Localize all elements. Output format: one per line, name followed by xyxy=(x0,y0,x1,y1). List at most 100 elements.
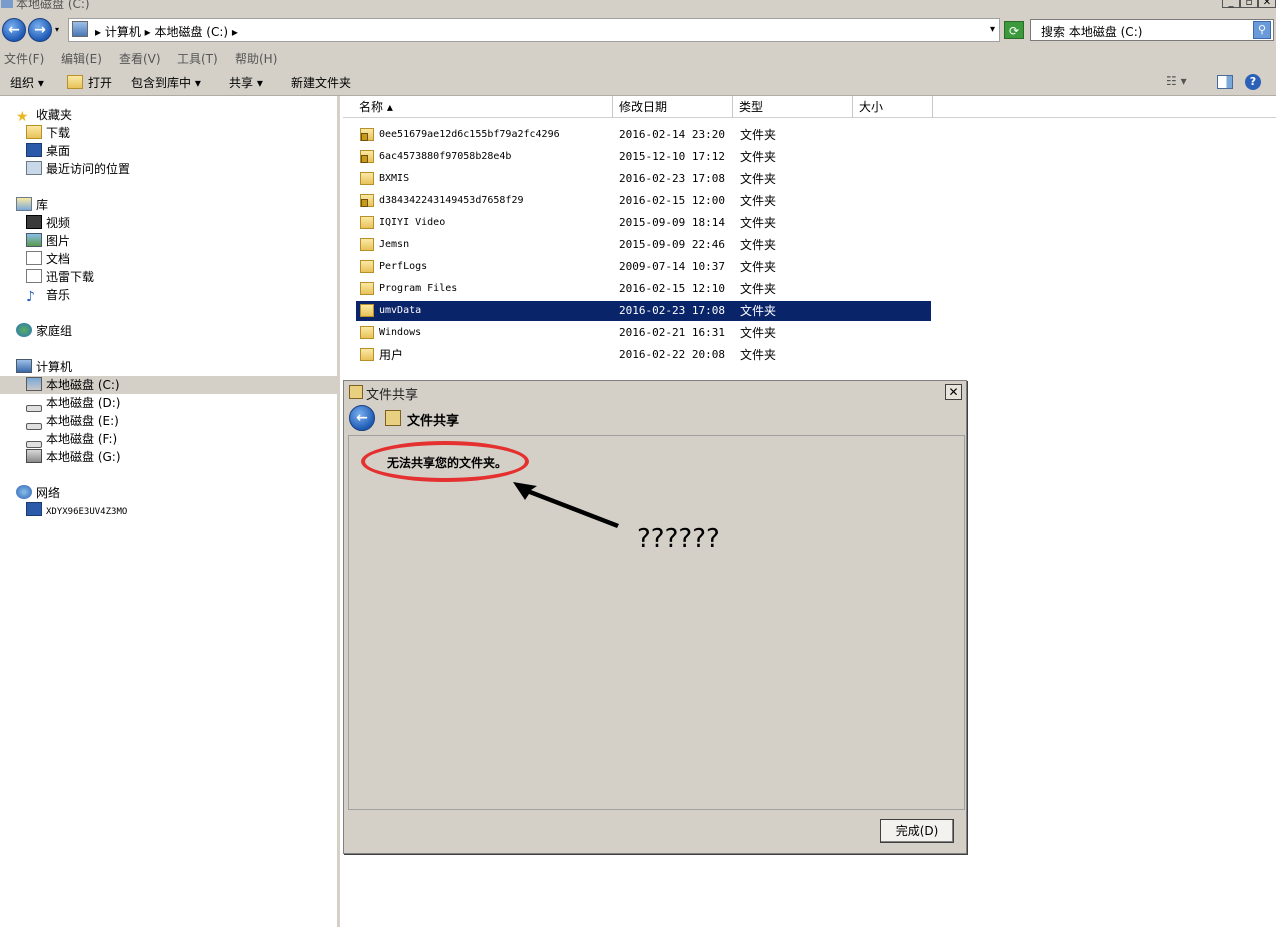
drive-icon xyxy=(26,423,42,430)
menu-help[interactable]: 帮助(H) xyxy=(235,50,277,67)
annotation-arrow xyxy=(513,482,619,528)
nav-drive-d[interactable]: 本地磁盘 (D:) xyxy=(26,394,120,412)
forward-button[interactable]: → xyxy=(28,18,52,42)
column-headers: 名称 ▴ 修改日期 类型 大小 xyxy=(343,96,1276,118)
mapped-drive-icon xyxy=(26,449,42,463)
nav-libraries[interactable]: 库 xyxy=(16,196,48,214)
annotation-text: ?????? xyxy=(637,524,720,554)
search-placeholder: 搜索 本地磁盘 (C:) xyxy=(1041,25,1143,39)
file-row[interactable]: PerfLogs 2009-07-14 10:37 文件夹 xyxy=(356,257,931,277)
nav-favorites[interactable]: ★ 收藏夹 xyxy=(16,106,72,124)
command-bar: 组织 ▾ 打开 包含到库中 ▾ 共享 ▾ 新建文件夹 ☷ ▾ ? xyxy=(0,68,1276,96)
file-date: 2016-02-23 17:08 xyxy=(619,304,725,317)
title-bar: 本地磁盘 (C:) _ ▫ ✕ xyxy=(0,0,1276,10)
nav-downloads[interactable]: 下载 xyxy=(26,124,70,142)
address-box[interactable]: ▸ 计算机 ▸ 本地磁盘 (C:) ▸ ▾ xyxy=(68,18,1000,42)
nav-drive-c[interactable]: 本地磁盘 (C:) xyxy=(26,376,120,394)
dialog-back-button[interactable]: ← xyxy=(349,405,375,431)
nav-computer[interactable]: 计算机 xyxy=(16,358,72,376)
file-date: 2015-12-10 17:12 xyxy=(619,150,725,163)
file-row[interactable]: IQIYI Video 2015-09-09 18:14 文件夹 xyxy=(356,213,931,233)
lock-icon xyxy=(361,155,368,163)
nav-thunder-label: 迅雷下载 xyxy=(46,270,95,284)
column-type[interactable]: 类型 xyxy=(733,96,853,118)
nav-desktop[interactable]: 桌面 xyxy=(26,142,70,160)
nav-documents-label: 文档 xyxy=(46,252,71,266)
computer-icon xyxy=(72,21,88,37)
menu-edit[interactable]: 编辑(E) xyxy=(61,50,102,67)
pictures-icon xyxy=(26,233,42,247)
search-icon[interactable]: ⚲ xyxy=(1253,21,1271,39)
file-row-selected[interactable]: umvData 2016-02-23 17:08 文件夹 xyxy=(356,301,931,321)
new-folder-button[interactable]: 新建文件夹 xyxy=(291,74,351,91)
file-row[interactable]: 用户 2016-02-22 20:08 文件夹 xyxy=(356,345,931,365)
nav-network-label: 网络 xyxy=(36,486,61,500)
folder-icon xyxy=(360,194,374,207)
file-name: umvData xyxy=(379,305,422,316)
file-row[interactable]: Jemsn 2015-09-09 22:46 文件夹 xyxy=(356,235,931,255)
file-row[interactable]: Windows 2016-02-21 16:31 文件夹 xyxy=(356,323,931,343)
maximize-button[interactable]: ▫ xyxy=(1240,0,1258,8)
drive-icon xyxy=(26,405,42,412)
column-modified[interactable]: 修改日期 xyxy=(613,96,733,118)
file-row[interactable]: 0ee51679ae12d6c155bf79a2fc4296 2016-02-14… xyxy=(356,125,931,145)
nav-videos-label: 视频 xyxy=(46,216,71,230)
nav-pictures[interactable]: 图片 xyxy=(26,232,70,250)
file-row[interactable]: Program Files 2016-02-15 12:10 文件夹 xyxy=(356,279,931,299)
close-button[interactable]: ✕ xyxy=(1258,0,1276,8)
done-button[interactable]: 完成(D) xyxy=(880,819,954,843)
file-row[interactable]: d384342243149453d7658f29 2016-02-15 12:00… xyxy=(356,191,931,211)
menu-tools[interactable]: 工具(T) xyxy=(177,50,218,67)
nav-thunder[interactable]: 迅雷下载 xyxy=(26,268,94,286)
nav-documents[interactable]: 文档 xyxy=(26,250,70,268)
share-button[interactable]: 共享 ▾ xyxy=(229,74,263,91)
file-type: 文件夹 xyxy=(740,282,777,296)
nav-music[interactable]: ♪ 音乐 xyxy=(26,286,70,304)
view-options-icon[interactable]: ☷ ▾ xyxy=(1166,74,1187,88)
file-row[interactable]: BXMIS 2016-02-23 17:08 文件夹 xyxy=(356,169,931,189)
menu-file[interactable]: 文件(F) xyxy=(4,50,44,67)
search-input[interactable]: 搜索 本地磁盘 (C:) ⚲ xyxy=(1030,19,1274,41)
file-type: 文件夹 xyxy=(740,260,777,274)
file-date: 2016-02-15 12:00 xyxy=(619,194,725,207)
organize-button[interactable]: 组织 ▾ xyxy=(10,74,44,91)
nav-desktop-label: 桌面 xyxy=(46,144,71,158)
preview-pane-icon[interactable] xyxy=(1217,75,1233,89)
file-type: 文件夹 xyxy=(740,304,777,318)
open-button[interactable]: 打开 xyxy=(88,74,112,91)
dialog-header: 文件共享 xyxy=(407,414,460,429)
library-icon xyxy=(16,197,32,211)
file-name: IQIYI Video xyxy=(379,217,446,228)
minimize-button[interactable]: _ xyxy=(1222,0,1240,8)
address-dropdown-icon[interactable]: ▾ xyxy=(990,24,995,35)
nav-network-pc[interactable]: XDYX96E3UV4Z3MO xyxy=(26,502,127,520)
nav-videos[interactable]: 视频 xyxy=(26,214,70,232)
nav-network[interactable]: 网络 xyxy=(16,484,60,502)
arrow-shape xyxy=(513,482,619,528)
folder-icon xyxy=(360,326,374,339)
refresh-icon[interactable]: ⟳ xyxy=(1004,21,1024,39)
file-name: Windows xyxy=(379,327,422,338)
folder-icon xyxy=(360,260,374,273)
help-icon[interactable]: ? xyxy=(1245,74,1261,90)
drive-icon xyxy=(1,0,13,8)
history-dropdown-icon[interactable]: ▾ xyxy=(55,25,59,34)
homegroup-icon xyxy=(16,323,32,337)
nav-drive-e[interactable]: 本地磁盘 (E:) xyxy=(26,412,119,430)
file-date: 2015-09-09 18:14 xyxy=(619,216,725,229)
file-row[interactable]: 6ac4573880f97058b28e4b 2015-12-10 17:12 文件… xyxy=(356,147,931,167)
menu-view[interactable]: 查看(V) xyxy=(119,50,161,67)
column-size[interactable]: 大小 xyxy=(853,96,933,118)
nav-recent[interactable]: 最近访问的位置 xyxy=(26,160,130,178)
file-name: BXMIS xyxy=(379,173,410,184)
include-library-button[interactable]: 包含到库中 ▾ xyxy=(131,74,201,91)
column-name[interactable]: 名称 ▴ xyxy=(353,96,613,118)
nav-drive-f[interactable]: 本地磁盘 (F:) xyxy=(26,430,117,448)
nav-homegroup[interactable]: 家庭组 xyxy=(16,322,72,340)
nav-drive-g[interactable]: 本地磁盘 (G:) xyxy=(26,448,121,466)
back-button[interactable]: ← xyxy=(2,18,26,42)
dialog-close-icon[interactable]: ✕ xyxy=(945,384,962,400)
error-message: 无法共享您的文件夹。 xyxy=(387,456,508,470)
address-path[interactable]: ▸ 计算机 ▸ 本地磁盘 (C:) ▸ xyxy=(95,23,238,40)
drive-icon xyxy=(26,441,42,448)
